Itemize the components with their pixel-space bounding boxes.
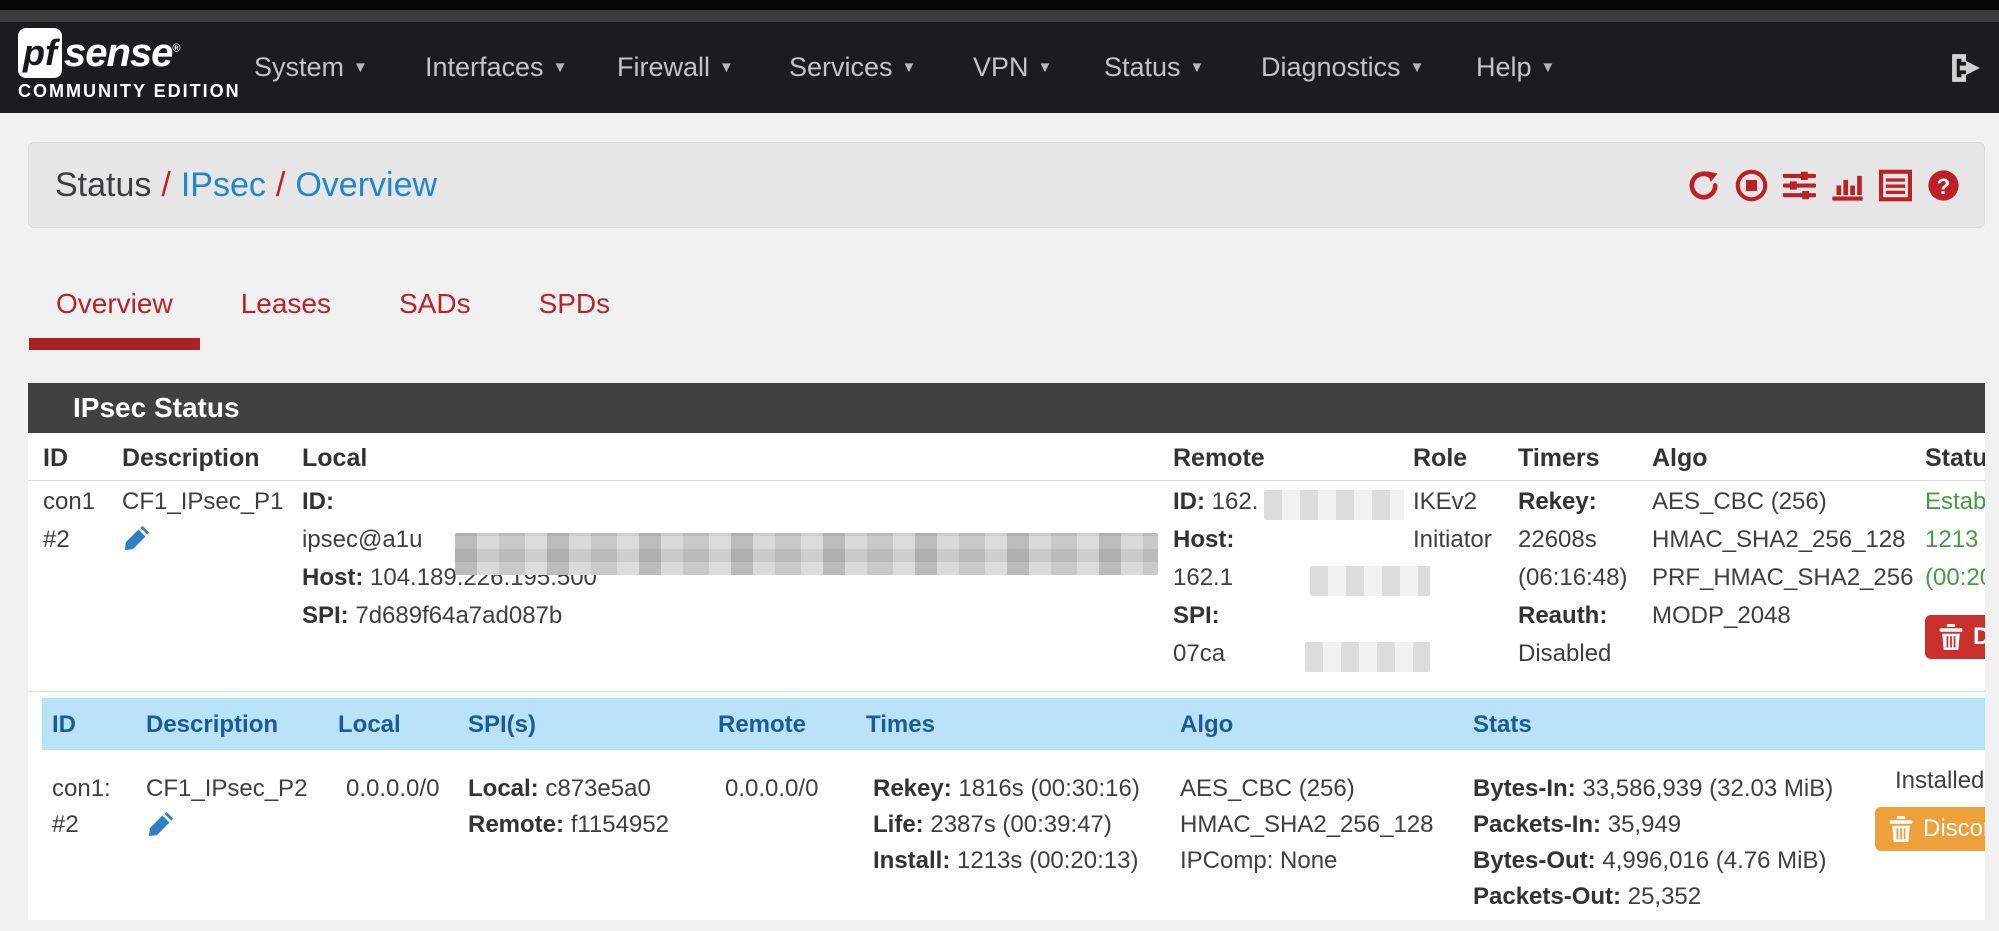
- list-icon[interactable]: [1879, 169, 1912, 202]
- help-icon[interactable]: ?: [1927, 169, 1960, 202]
- caret-down-icon: ▼: [1038, 59, 1053, 76]
- disconnect-button-p1[interactable]: Disconnect: [1925, 615, 1985, 659]
- top-black-strip: [0, 0, 1999, 10]
- nav-menu-interfaces[interactable]: Interfaces▼: [425, 22, 567, 113]
- breadcrumb-separator: /: [161, 166, 170, 204]
- breadcrumb-actions: ?: [1687, 143, 1960, 227]
- breadcrumb-section: Status: [55, 166, 151, 204]
- pfsense-ipsec-status-screen: { "navbar": { "brand": {"pf": "pf", "sen…: [0, 0, 1999, 931]
- redacted-remote-spi: [1305, 642, 1430, 672]
- nav-menu-services[interactable]: Services▼: [789, 22, 916, 113]
- svg-text:?: ?: [1937, 173, 1950, 198]
- nav-menu-vpn[interactable]: VPN▼: [973, 22, 1052, 113]
- tab-spds[interactable]: SPDs: [512, 284, 638, 350]
- nav-menu-help[interactable]: Help▼: [1476, 22, 1555, 113]
- caret-down-icon: ▼: [1410, 59, 1425, 76]
- brand-edition: COMMUNITY EDITION: [18, 81, 248, 102]
- p1-cell-timers: Rekey: 22608s (06:16:48) Reauth: Disable…: [1518, 483, 1627, 673]
- subnav-tabs: Overview Leases SADs SPDs: [29, 284, 637, 350]
- breadcrumb-link-ipsec[interactable]: IPsec: [181, 166, 266, 204]
- top-navbar: pf sense® COMMUNITY EDITION System▼ Inte…: [0, 22, 1999, 113]
- caret-down-icon: ▼: [353, 59, 368, 76]
- sign-out-icon[interactable]: [1949, 52, 1983, 84]
- brand-pf: pf: [23, 32, 57, 74]
- p1-cell-id: con1 #2: [43, 483, 95, 559]
- child-col-spis: SPI(s): [468, 698, 536, 750]
- p2-cell-status: Installed Disconnect: [1875, 763, 1985, 853]
- child-col-id: ID: [52, 698, 76, 750]
- caret-down-icon: ▼: [902, 59, 917, 76]
- edit-pencil-icon[interactable]: [122, 526, 149, 553]
- ipsec-status-panel: IPsec Status ID Description Local Remote…: [28, 383, 1985, 920]
- disconnect-button-p2[interactable]: Disconnect: [1875, 807, 1985, 851]
- p2-cell-stats: Bytes-In: 33,586,939 (32.03 MiB) Packets…: [1473, 771, 1833, 915]
- nav-menu-firewall[interactable]: Firewall▼: [617, 22, 734, 113]
- col-header-id: ID: [43, 433, 68, 480]
- col-header-description: Description: [122, 433, 260, 480]
- sliders-icon[interactable]: [1783, 169, 1816, 202]
- col-header-local: Local: [302, 433, 367, 480]
- col-header-status: Status: [1925, 433, 1985, 480]
- tab-overview[interactable]: Overview: [29, 284, 200, 350]
- divider: [28, 691, 1985, 692]
- redacted-local-id: [455, 533, 1158, 575]
- breadcrumb-link-overview[interactable]: Overview: [295, 166, 437, 204]
- p2-cell-description: CF1_IPsec_P2: [146, 771, 307, 850]
- breadcrumb-panel: Status / IPsec / Overview: [28, 142, 1985, 228]
- child-col-times: Times: [866, 698, 935, 750]
- child-col-algo: Algo: [1180, 698, 1233, 750]
- refresh-icon[interactable]: [1687, 169, 1720, 202]
- redacted-remote-host: [1310, 566, 1430, 596]
- p1-cell-status: Established 1213 seconds (00:20:13) Disc…: [1925, 483, 1985, 662]
- breadcrumb-separator: /: [276, 166, 285, 204]
- stop-icon[interactable]: [1735, 169, 1768, 202]
- nav-menu-diagnostics[interactable]: Diagnostics▼: [1261, 22, 1424, 113]
- p1-cell-role: IKEv2 Initiator: [1413, 483, 1492, 559]
- p1-cell-algo: AES_CBC (256) HMAC_SHA2_256_128 PRF_HMAC…: [1652, 483, 1913, 635]
- tab-leases[interactable]: Leases: [214, 284, 358, 350]
- child-col-description: Description: [146, 698, 278, 750]
- col-header-algo: Algo: [1652, 433, 1708, 480]
- col-header-role: Role: [1413, 433, 1467, 480]
- child-sa-header-row: [42, 698, 1985, 750]
- pf-logo-box: pf: [18, 28, 62, 78]
- caret-down-icon: ▼: [1190, 59, 1205, 76]
- col-header-remote: Remote: [1173, 433, 1265, 480]
- p2-cell-algo: AES_CBC (256) HMAC_SHA2_256_128 IPComp: …: [1180, 771, 1434, 879]
- registered-mark: ®: [172, 42, 179, 54]
- panel-title: IPsec Status: [28, 383, 1985, 433]
- breadcrumb: Status / IPsec / Overview: [55, 166, 437, 205]
- p2-cell-spis: Local: c873e5a0 Remote: f1154952: [468, 771, 669, 843]
- child-col-remote: Remote: [718, 698, 806, 750]
- caret-down-icon: ▼: [719, 59, 734, 76]
- p1-cell-remote: ID: 162. Host: 162.1 SPI: 07ca: [1173, 483, 1258, 673]
- child-col-stats: Stats: [1473, 698, 1532, 750]
- divider: [28, 480, 1985, 481]
- bar-chart-icon[interactable]: [1831, 169, 1864, 202]
- top-gray-strip: [0, 10, 1999, 22]
- edit-pencil-icon[interactable]: [146, 812, 173, 839]
- col-header-timers: Timers: [1518, 433, 1600, 480]
- nav-menu-status[interactable]: Status▼: [1104, 22, 1204, 113]
- nav-menu-system[interactable]: System▼: [254, 22, 368, 113]
- caret-down-icon: ▼: [553, 59, 568, 76]
- p2-cell-id: con1: #2: [52, 771, 111, 843]
- tab-sads[interactable]: SADs: [372, 284, 498, 350]
- p2-cell-times: Rekey: 1816s (00:30:16) Life: 2387s (00:…: [873, 771, 1140, 879]
- p2-cell-remote: 0.0.0.0/0: [725, 771, 818, 807]
- p1-cell-description: CF1_IPsec_P1: [122, 483, 283, 565]
- p2-cell-local: 0.0.0.0/0: [346, 771, 439, 807]
- brand-sense: sense®: [64, 31, 180, 76]
- redacted-remote-id: [1264, 490, 1404, 520]
- pfsense-logo[interactable]: pf sense® COMMUNITY EDITION: [18, 28, 248, 102]
- status-badge: Installed: [1875, 763, 1985, 799]
- child-col-local: Local: [338, 698, 401, 750]
- caret-down-icon: ▼: [1541, 59, 1556, 76]
